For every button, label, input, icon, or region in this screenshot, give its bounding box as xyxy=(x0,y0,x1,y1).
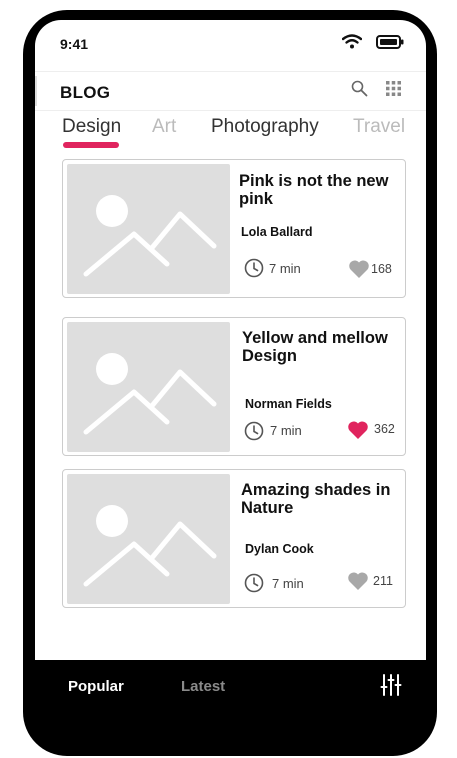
read-time: 7 min xyxy=(270,423,302,438)
tab-art[interactable]: Art xyxy=(152,116,176,138)
post-title[interactable]: Pink is not the new pink xyxy=(239,172,399,208)
image-placeholder-icon xyxy=(83,195,217,277)
post-card[interactable]: Pink is not the new pink Lola Ballard 7 … xyxy=(62,159,406,298)
app-header: BLOG xyxy=(35,71,426,111)
post-author: Dylan Cook xyxy=(245,542,314,556)
heart-icon[interactable] xyxy=(347,571,369,591)
post-title[interactable]: Amazing shades in Nature xyxy=(241,481,399,517)
tab-design[interactable]: Design xyxy=(62,116,121,138)
app-screen: 9:41 BLOG Design Art Photography Travel … xyxy=(35,20,426,660)
tab-photography[interactable]: Photography xyxy=(211,116,319,138)
post-card[interactable]: Yellow and mellow Design Norman Fields 7… xyxy=(62,317,406,456)
heart-icon-liked[interactable] xyxy=(347,420,369,440)
filter-icon[interactable] xyxy=(380,673,402,697)
battery-icon xyxy=(376,35,404,49)
status-icons xyxy=(342,34,404,50)
post-title[interactable]: Yellow and mellow Design xyxy=(242,329,400,365)
header-actions xyxy=(351,80,401,97)
page-title: BLOG xyxy=(60,83,111,102)
clock-icon xyxy=(244,421,264,441)
post-author: Norman Fields xyxy=(245,397,332,411)
wifi-icon xyxy=(342,34,362,49)
nav-popular[interactable]: Popular xyxy=(68,678,124,695)
like-count: 168 xyxy=(371,262,392,276)
post-image-placeholder xyxy=(67,164,230,294)
header-edge xyxy=(35,76,37,106)
nav-latest[interactable]: Latest xyxy=(181,678,225,695)
heart-icon[interactable] xyxy=(348,259,370,279)
image-placeholder-icon xyxy=(83,353,217,435)
read-time: 7 min xyxy=(272,576,304,591)
like-count: 211 xyxy=(373,574,393,588)
tab-travel[interactable]: Travel xyxy=(353,116,405,138)
post-image-placeholder xyxy=(67,322,230,452)
post-author: Lola Ballard xyxy=(241,225,313,239)
grid-icon[interactable] xyxy=(386,81,401,96)
search-icon[interactable] xyxy=(351,80,368,97)
clock-icon xyxy=(244,573,264,593)
status-time: 9:41 xyxy=(60,36,89,52)
active-tab-indicator xyxy=(63,142,119,148)
clock-icon xyxy=(244,258,264,278)
post-card[interactable]: Amazing shades in Nature Dylan Cook 7 mi… xyxy=(62,469,406,608)
read-time: 7 min xyxy=(269,261,301,276)
post-image-placeholder xyxy=(67,474,230,604)
like-count: 362 xyxy=(374,422,395,436)
image-placeholder-icon xyxy=(83,505,217,587)
